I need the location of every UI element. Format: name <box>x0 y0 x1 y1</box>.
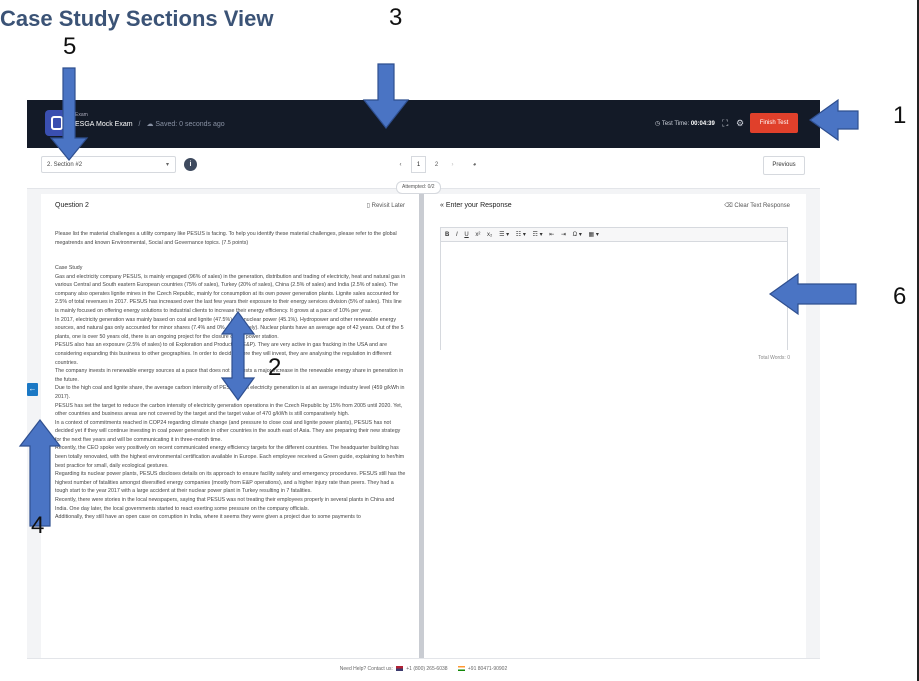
marker-1: 1 <box>893 102 907 129</box>
marker-4: 4 <box>31 512 45 539</box>
marker-6: 6 <box>893 283 907 310</box>
arrow-4 <box>18 419 62 527</box>
marker-5: 5 <box>63 33 77 60</box>
attempted-badge: Attempted: 0/2 <box>396 181 441 194</box>
arrow-1 <box>808 98 859 142</box>
annotation-arrows <box>18 63 859 527</box>
arrow-3 <box>362 63 410 129</box>
marker-2: 2 <box>268 354 282 381</box>
arrow-6 <box>768 272 857 316</box>
marker-3: 3 <box>389 4 403 31</box>
arrow-5 <box>49 67 89 161</box>
arrow-2 <box>220 310 256 402</box>
